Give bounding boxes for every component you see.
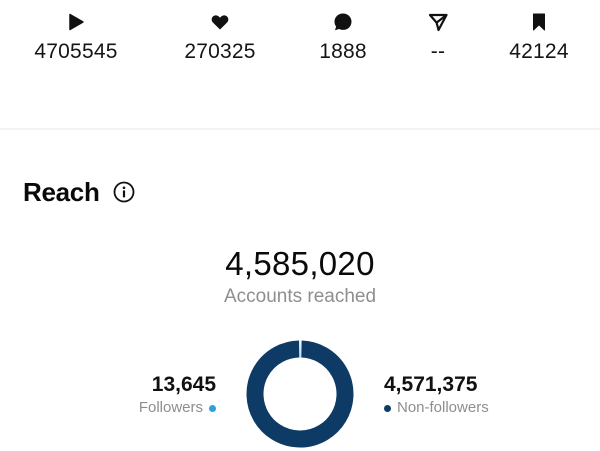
play-icon: [66, 12, 86, 32]
share-icon: [428, 12, 448, 32]
comments-count: 1888: [319, 40, 367, 63]
reach-donut-chart: [246, 340, 354, 448]
followers-value: 13,645: [151, 373, 216, 396]
engagement-stats: 4705545 270325 1888 -- 42124: [0, 0, 600, 110]
comment-icon: [333, 12, 353, 32]
likes-count: 270325: [184, 40, 256, 63]
info-icon[interactable]: [113, 181, 135, 203]
non-followers-dot: [384, 404, 391, 412]
heart-icon: [210, 12, 230, 32]
saves-count: 42124: [509, 40, 569, 63]
insights-page: 4705545 270325 1888 -- 42124 Reach 4,585…: [0, 0, 600, 451]
saves-stat: 42124: [479, 0, 599, 64]
non-followers-label: Non-followers: [397, 399, 489, 416]
reach-header: Reach: [23, 176, 135, 208]
bookmark-icon: [529, 12, 549, 32]
accounts-reached-label: Accounts reached: [223, 286, 377, 307]
accounts-reached-value: 4,585,020: [225, 245, 375, 282]
reach-title: Reach: [23, 177, 100, 207]
non-followers-breakdown: 4,571,375 Non-followers: [384, 372, 489, 418]
followers-breakdown: 13,645 Followers: [139, 372, 216, 418]
donut-slice-non-followers: [246, 340, 354, 448]
plays-count: 4705545: [34, 40, 118, 63]
shares-count: --: [430, 40, 446, 63]
likes-stat: 270325: [160, 0, 280, 64]
section-divider: [0, 128, 600, 130]
non-followers-value: 4,571,375: [384, 373, 478, 396]
followers-dot: [209, 404, 216, 412]
followers-legend: Followers: [139, 398, 216, 418]
plays-stat: 4705545: [16, 0, 136, 64]
followers-label: Followers: [138, 399, 203, 416]
non-followers-legend: Non-followers: [384, 398, 489, 418]
